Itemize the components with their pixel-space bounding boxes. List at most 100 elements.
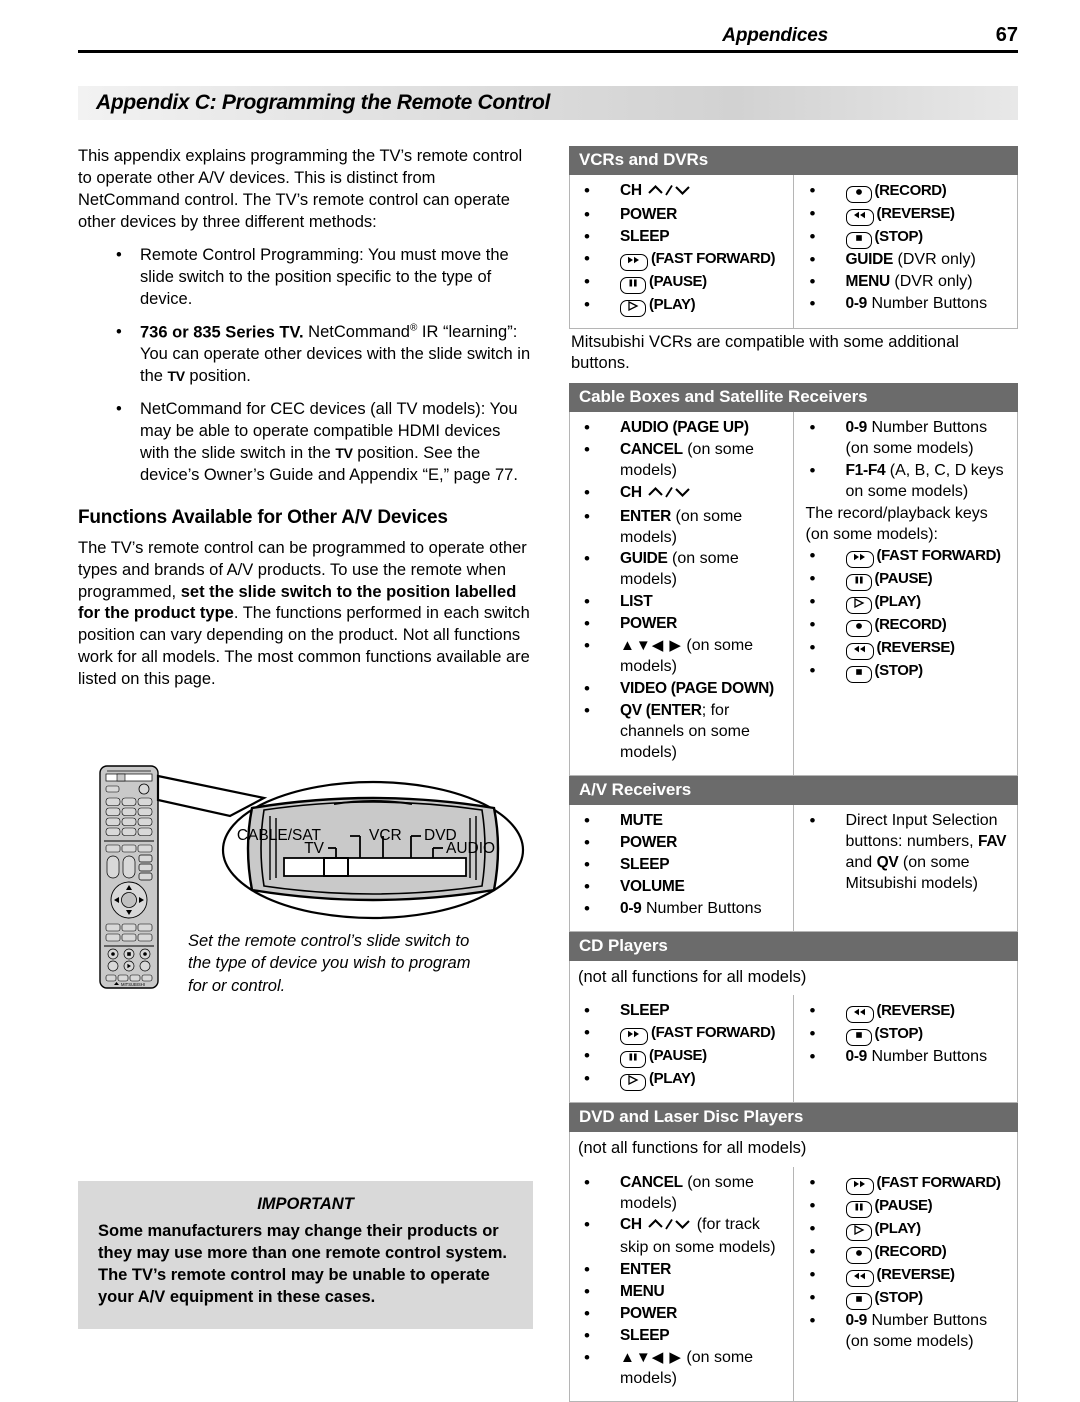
key-label: (PLAY)	[649, 1070, 696, 1088]
list-item: • 0-9 Number Buttons (on some models)	[802, 1311, 1014, 1353]
bullet-dot: •	[584, 204, 590, 224]
function-list-right: • (FAST FORWARD) • (PAUSE) • (PLAY) • (RECORD) •…	[802, 1173, 1014, 1353]
bullet-bold-lead: 736 or 835 Series TV.	[140, 323, 304, 342]
stop-key-icon	[845, 232, 872, 249]
channel-up-down-icon	[647, 1217, 691, 1238]
list-item: • QV (ENTER; for channels on some models)	[576, 701, 789, 764]
bullet-dot: •	[584, 679, 590, 699]
key-label: (FAST FORWARD)	[876, 1173, 1002, 1191]
stop-key-icon	[845, 1029, 872, 1047]
list-item: • 0-9 Number Buttons	[576, 899, 789, 920]
list-item: • AUDIO (PAGE UP)	[576, 418, 789, 439]
bullet-text: Remote Control Programming: You must mov…	[140, 245, 509, 308]
item-suffix: Number Buttons (on some models)	[845, 1311, 988, 1350]
bullet-dot: •	[584, 294, 590, 314]
list-item: • ENTER (on some models)	[576, 507, 789, 549]
item-label: MUTE	[620, 811, 663, 829]
list-item: • ENTER	[576, 1260, 789, 1281]
bullet-dot: •	[809, 181, 816, 200]
cd-note: (not all functions for all models)	[569, 960, 1018, 996]
bullet-dot: •	[584, 248, 590, 268]
bullet-dot: •	[809, 1241, 816, 1261]
switch-label-tv: TV	[304, 840, 324, 857]
bullet-text: NetCommand for CEC devices (all TV model…	[140, 399, 518, 484]
stop-key-icon	[845, 1292, 872, 1310]
item-label: GUIDE	[620, 550, 668, 568]
intro-paragraph: This appendix explains programming the T…	[78, 147, 523, 231]
channel-up-down-icon	[647, 183, 691, 204]
table-av-receivers: • MUTE • POWER • SLEEP • VOLUME • 0-9 Number Butt…	[569, 804, 1018, 932]
item-suffix: Number Buttons (on some models)	[845, 418, 988, 457]
list-item: • VOLUME	[576, 877, 789, 898]
list-item: • 0-9 Number Buttons (on some models)	[802, 418, 1014, 460]
list-item: • (STOP)	[802, 1024, 1014, 1047]
key-label: (PAUSE)	[649, 272, 707, 290]
item-suffix: (DVR only)	[889, 272, 973, 290]
list-item: • (STOP)	[802, 227, 1014, 249]
list-item: • (RECORD)	[802, 181, 1014, 203]
bullet-dot: •	[584, 1304, 590, 1324]
function-list-left: • AUDIO (PAGE UP) • CANCEL (on some models)…	[576, 418, 789, 764]
pause-key-icon	[845, 574, 872, 592]
fast-forward-key-icon	[845, 1177, 874, 1195]
item-suffix: Number Buttons	[867, 1048, 988, 1066]
bullet-dot: •	[584, 417, 590, 437]
header-rule	[78, 50, 1018, 53]
list-item: • (STOP)	[802, 1288, 1014, 1310]
bullet-dot: •	[584, 1348, 590, 1368]
list-item: • CANCEL (on some models)	[576, 440, 789, 482]
bullet-dot: •	[584, 854, 590, 874]
bullet-dot: •	[809, 227, 816, 246]
bullet-dot: •	[584, 592, 590, 612]
function-list-left: • CH • POWER • SLEEP • (FAST FORWARD) • (PAUSE) •…	[576, 181, 789, 317]
bullet-dot: •	[809, 1287, 816, 1307]
list-item: • (FAST FORWARD)	[802, 546, 1014, 569]
methods-bullet-list: • Remote Control Programming: You must m…	[78, 245, 533, 487]
key-label: (FAST FORWARD)	[876, 547, 1002, 565]
bullet-dot: •	[809, 460, 816, 480]
list-item: • CH	[576, 483, 789, 506]
item-label: SLEEP	[620, 1327, 670, 1345]
vcr-note: Mitsubishi VCRs are compatible with some…	[571, 332, 959, 373]
list-item: • (REVERSE)	[802, 1001, 1014, 1024]
function-list-right: • Direct Input Selection buttons: numbers…	[802, 811, 1014, 895]
item-label: POWER	[620, 1305, 678, 1323]
table-dvd-laser-disc: • CANCEL (on some models) • CH (for track s…	[569, 1166, 1018, 1402]
fast-forward-key-icon	[620, 1028, 648, 1046]
list-item: • (REVERSE)	[802, 638, 1014, 661]
bullet-dot: •	[584, 1172, 590, 1192]
page-number: 67	[995, 24, 1018, 46]
bullet-dot: •	[584, 636, 590, 656]
section-header-vcrs-dvrs: VCRs and DVRs	[569, 146, 1018, 175]
bullet-dot: •	[809, 638, 816, 658]
bullet-dot: •	[116, 322, 122, 341]
switch-label-vcr: VCR	[369, 827, 402, 844]
item-label: F1-F4	[845, 461, 886, 479]
list-item: • MENU (DVR only)	[802, 272, 1014, 293]
bullet-dot: •	[809, 293, 816, 313]
list-item: • MENU	[576, 1282, 789, 1303]
item-label: 0-9	[845, 418, 868, 436]
function-list-left: • SLEEP • (FAST FORWARD) • (PAUSE) • (PLAY)	[576, 1001, 789, 1092]
list-item: • GUIDE (on some models)	[576, 549, 789, 591]
item-label: 0-9	[845, 294, 868, 312]
list-item: • (PAUSE)	[576, 1046, 789, 1069]
section-header-dvd-laser-disc: DVD and Laser Disc Players	[569, 1103, 1018, 1133]
bullet-dot: •	[809, 204, 816, 223]
bullet-dot: •	[809, 592, 816, 612]
list-item: • GUIDE (DVR only)	[802, 250, 1014, 271]
key-label: (REVERSE)	[876, 1265, 955, 1283]
important-body: Some manufacturers may change their prod…	[98, 1222, 507, 1306]
bullet-dot: •	[584, 1023, 590, 1043]
key-label: (PAUSE)	[874, 1196, 933, 1214]
item-label: QV (ENTER	[620, 702, 702, 720]
page-header: Appendices 67	[78, 24, 1018, 66]
key-label: (REVERSE)	[876, 639, 955, 657]
table-cd-players: • SLEEP • (FAST FORWARD) • (PAUSE) • (PLAY) • (R…	[569, 995, 1018, 1104]
function-list-left: • CANCEL (on some models) • CH (for track s…	[576, 1173, 789, 1391]
bullet-dot: •	[809, 1001, 816, 1021]
important-callout-box: IMPORTANT Some manufacturers may change …	[78, 1181, 533, 1329]
item-suffix: (for track skip on some models)	[620, 1216, 776, 1257]
item-label: SLEEP	[620, 855, 670, 873]
key-label: (REVERSE)	[876, 205, 955, 222]
